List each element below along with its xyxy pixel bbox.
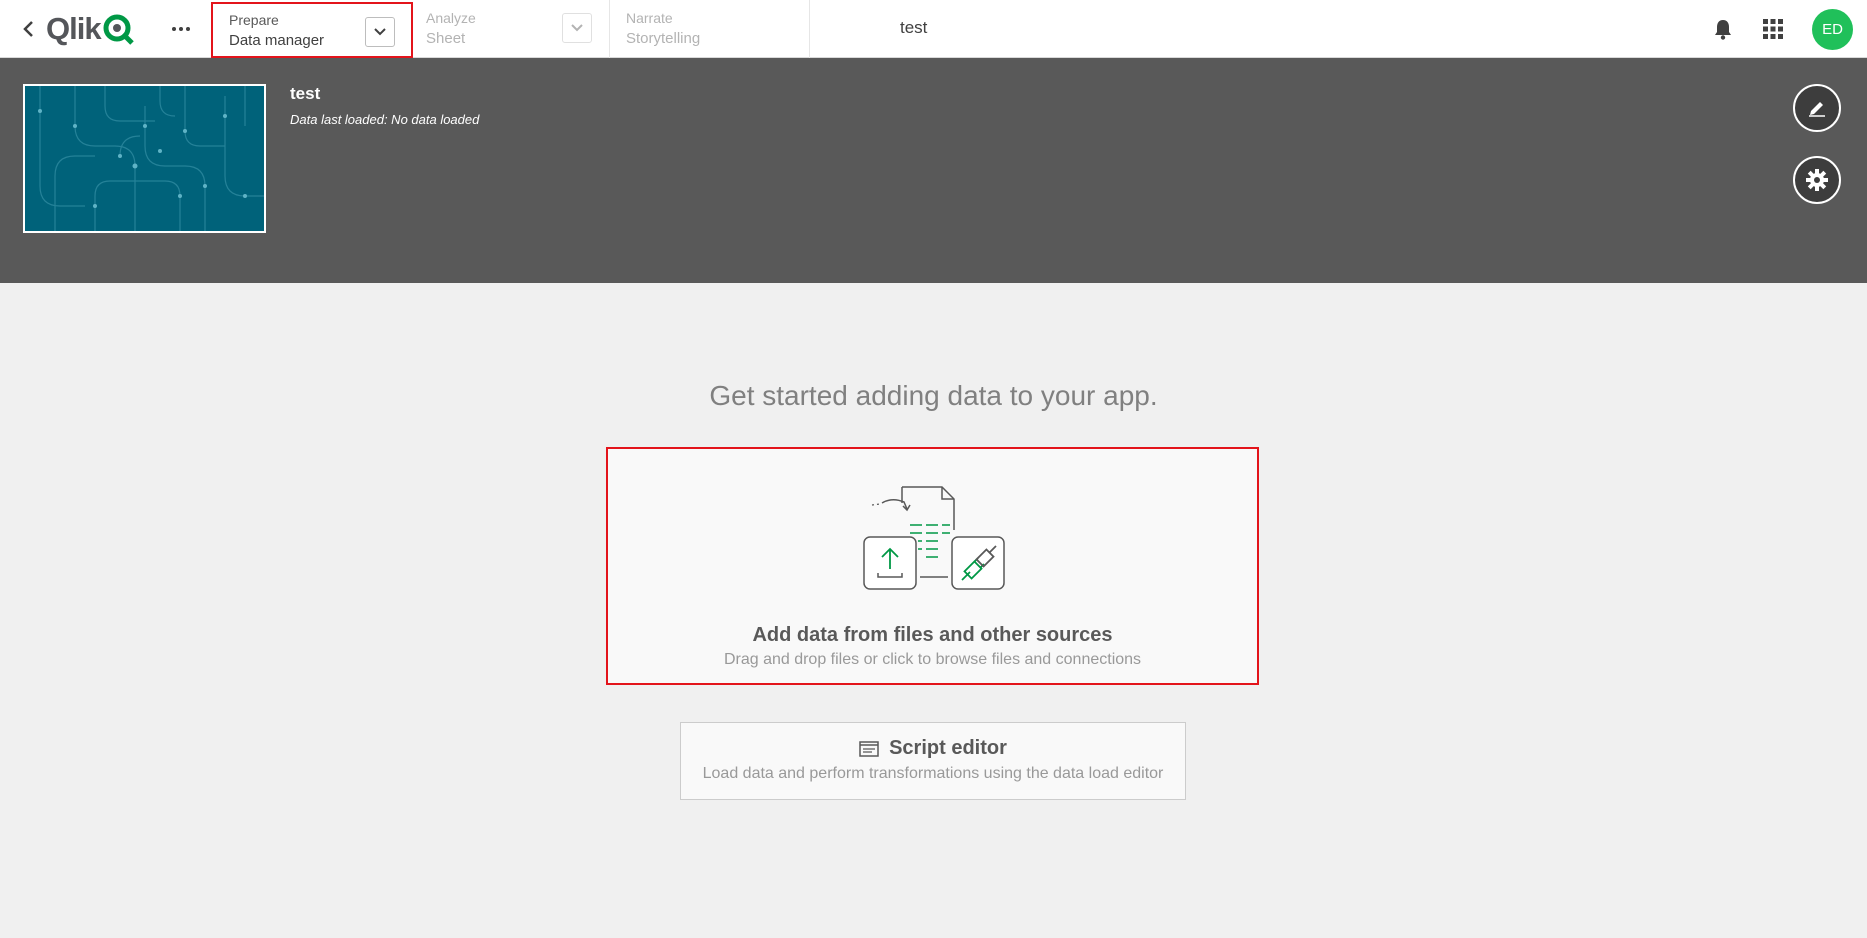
chevron-down-icon <box>571 24 583 32</box>
data-last-loaded: Data last loaded: No data loaded <box>290 112 480 127</box>
add-data-title: Add data from files and other sources <box>752 624 1113 646</box>
app-thumbnail[interactable] <box>23 84 266 233</box>
gear-icon <box>1806 169 1828 191</box>
qlik-logo[interactable]: Qlik <box>46 10 136 48</box>
add-data-card[interactable]: Add data from files and other sources Dr… <box>606 447 1259 685</box>
apps-grid-icon <box>1763 19 1783 39</box>
prepare-dropdown-button[interactable] <box>365 17 395 47</box>
bell-icon <box>1715 20 1731 40</box>
app-title: test <box>900 18 928 37</box>
nav-prepare[interactable]: Prepare Data manager <box>211 2 413 58</box>
script-editor-subtitle: Load data and perform transformations us… <box>702 765 1164 782</box>
notifications-button[interactable] <box>1708 14 1738 44</box>
thumbnail-pattern <box>38 86 264 231</box>
nav-narrate-label: Narrate <box>626 10 673 26</box>
back-button[interactable] <box>14 12 44 46</box>
add-data-illustration <box>863 486 1005 590</box>
chevron-down-icon <box>374 28 386 36</box>
add-data-subtitle: Drag and drop files or click to browse f… <box>723 651 1142 668</box>
pencil-icon <box>1809 102 1825 117</box>
apps-menu-button[interactable] <box>1758 14 1788 44</box>
script-editor-card[interactable]: Script editor Load data and perform tran… <box>680 722 1186 800</box>
more-icon <box>172 27 190 31</box>
chevron-left-icon <box>23 21 33 37</box>
user-avatar[interactable]: ED <box>1812 9 1853 50</box>
script-icon <box>859 740 879 757</box>
logo-text: Qlik <box>46 11 102 46</box>
top-bar: Qlik Prepare Data manager Analyze Sheet … <box>0 0 1867 58</box>
script-editor-title-row: Script editor <box>681 737 1185 760</box>
nav-narrate-value: Storytelling <box>626 30 701 47</box>
nav-narrate[interactable]: Narrate Storytelling <box>610 0 810 58</box>
nav-analyze[interactable]: Analyze Sheet <box>410 0 610 58</box>
more-button[interactable] <box>166 14 196 44</box>
header-title: test <box>290 84 321 103</box>
script-editor-title: Script editor <box>889 737 1007 759</box>
qlik-q-icon <box>103 14 134 45</box>
edit-app-button[interactable] <box>1793 84 1841 132</box>
analyze-dropdown-button[interactable] <box>562 13 592 43</box>
get-started-heading: Get started adding data to your app. <box>709 380 1158 411</box>
app-header: test Data last loaded: No data loaded <box>0 58 1867 283</box>
app-settings-button[interactable] <box>1793 156 1841 204</box>
